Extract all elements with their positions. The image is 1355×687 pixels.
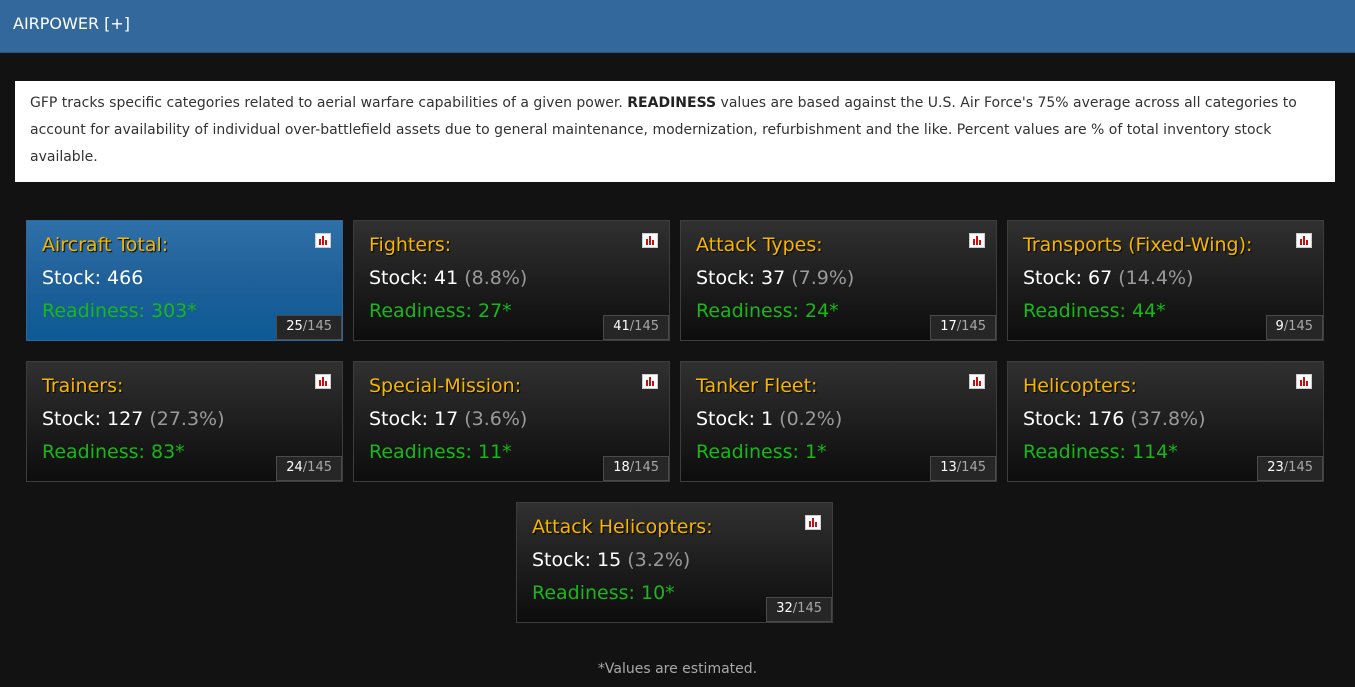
stock-value: Stock: 17 [369, 408, 459, 430]
stock-percent: (3.2%) [627, 549, 691, 571]
card-title: Special-Mission: [369, 375, 522, 397]
rank-total: /145 [629, 319, 659, 334]
stock-value: Stock: 127 [42, 408, 144, 430]
rank-total: /145 [956, 460, 986, 475]
rank-total: /145 [302, 319, 332, 334]
stock-percent: (27.3%) [149, 408, 225, 430]
card-stock: Stock: 17 (3.6%) [369, 408, 527, 430]
card-readiness: Readiness: 27* [369, 300, 512, 322]
card-aircraft-total[interactable]: Aircraft Total: Stock: 466 Readiness: 30… [26, 220, 343, 341]
card-title: Fighters: [369, 234, 452, 256]
card-readiness: Readiness: 83* [42, 441, 185, 463]
card-readiness: Readiness: 114* [1023, 441, 1178, 463]
card-stock: Stock: 67 (14.4%) [1023, 267, 1193, 289]
card-stock: Stock: 466 [42, 267, 143, 289]
rank-value: 23 [1267, 460, 1284, 475]
bar-chart-icon[interactable] [642, 374, 658, 389]
card-attack-types[interactable]: Attack Types: Stock: 37 (7.9%) Readiness… [680, 220, 997, 341]
card-title: Aircraft Total: [42, 234, 169, 256]
stock-percent: (0.2%) [779, 408, 843, 430]
intro-bold-readiness: READINESS [627, 95, 717, 111]
card-stock: Stock: 127 (27.3%) [42, 408, 225, 430]
estimated-values-footnote: *Values are estimated. [597, 661, 758, 677]
rank-total: /145 [629, 460, 659, 475]
bar-chart-icon[interactable] [969, 233, 985, 248]
stock-percent: (37.8%) [1130, 408, 1206, 430]
rank-total: /145 [792, 601, 822, 616]
stock-value: Stock: 41 [369, 267, 459, 289]
rank-badge: 24/145 [276, 456, 342, 481]
card-title: Attack Helicopters: [532, 516, 713, 538]
card-trainers[interactable]: Trainers: Stock: 127 (27.3%) Readiness: … [26, 361, 343, 482]
stock-percent: (3.6%) [464, 408, 528, 430]
rank-value: 25 [286, 319, 303, 334]
card-readiness: Readiness: 44* [1023, 300, 1166, 322]
card-title: Attack Types: [696, 234, 823, 256]
stock-percent: (7.9%) [791, 267, 855, 289]
stock-value: Stock: 37 [696, 267, 786, 289]
rank-total: /145 [302, 460, 332, 475]
card-stock: Stock: 1 (0.2%) [696, 408, 842, 430]
airpower-description: GFP tracks specific categories related t… [15, 81, 1335, 182]
rank-badge: 23/145 [1257, 456, 1323, 481]
bar-chart-icon[interactable] [642, 233, 658, 248]
rank-badge: 32/145 [766, 597, 832, 622]
card-title: Trainers: [42, 375, 124, 397]
stock-percent: (8.8%) [464, 267, 528, 289]
card-stock: Stock: 15 (3.2%) [532, 549, 690, 571]
stock-percent: (14.4%) [1118, 267, 1194, 289]
stock-value: Stock: 67 [1023, 267, 1113, 289]
card-tanker-fleet[interactable]: Tanker Fleet: Stock: 1 (0.2%) Readiness:… [680, 361, 997, 482]
card-readiness: Readiness: 303* [42, 300, 197, 322]
rank-badge: 13/145 [930, 456, 996, 481]
stock-value: Stock: 466 [42, 267, 144, 289]
card-fighters[interactable]: Fighters: Stock: 41 (8.8%) Readiness: 27… [353, 220, 670, 341]
card-readiness: Readiness: 1* [696, 441, 827, 463]
bar-chart-icon[interactable] [805, 515, 821, 530]
rank-badge: 25/145 [276, 315, 342, 340]
rank-total: /145 [956, 319, 986, 334]
card-title: Tanker Fleet: [696, 375, 818, 397]
rank-badge: 18/145 [603, 456, 669, 481]
bar-chart-icon[interactable] [315, 374, 331, 389]
stock-value: Stock: 176 [1023, 408, 1125, 430]
rank-value: 17 [940, 319, 957, 334]
card-attack-helicopters[interactable]: Attack Helicopters: Stock: 15 (3.2%) Rea… [516, 502, 833, 623]
card-transports[interactable]: Transports (Fixed-Wing): Stock: 67 (14.4… [1007, 220, 1324, 341]
card-helicopters[interactable]: Helicopters: Stock: 176 (37.8%) Readines… [1007, 361, 1324, 482]
rank-value: 9 [1275, 319, 1284, 334]
stock-value: Stock: 1 [696, 408, 774, 430]
stock-value: Stock: 15 [532, 549, 622, 571]
card-title: Helicopters: [1023, 375, 1137, 397]
card-readiness: Readiness: 10* [532, 582, 675, 604]
airpower-section-header[interactable]: AIRPOWER [+] [0, 0, 1355, 53]
rank-value: 24 [286, 460, 303, 475]
bar-chart-icon[interactable] [1296, 233, 1312, 248]
rank-value: 13 [940, 460, 957, 475]
bar-chart-icon[interactable] [1296, 374, 1312, 389]
card-readiness: Readiness: 11* [369, 441, 512, 463]
rank-value: 18 [613, 460, 630, 475]
bar-chart-icon[interactable] [315, 233, 331, 248]
rank-badge: 41/145 [603, 315, 669, 340]
rank-badge: 17/145 [930, 315, 996, 340]
rank-value: 32 [776, 601, 793, 616]
card-stock: Stock: 41 (8.8%) [369, 267, 527, 289]
card-readiness: Readiness: 24* [696, 300, 839, 322]
rank-badge: 9/145 [1265, 315, 1323, 340]
rank-total: /145 [1283, 460, 1313, 475]
card-stock: Stock: 176 (37.8%) [1023, 408, 1206, 430]
bar-chart-icon[interactable] [969, 374, 985, 389]
rank-total: /145 [1283, 319, 1313, 334]
card-special-mission[interactable]: Special-Mission: Stock: 17 (3.6%) Readin… [353, 361, 670, 482]
rank-value: 41 [613, 319, 630, 334]
card-stock: Stock: 37 (7.9%) [696, 267, 854, 289]
card-title: Transports (Fixed-Wing): [1023, 234, 1253, 256]
intro-text-before: GFP tracks specific categories related t… [30, 95, 628, 111]
